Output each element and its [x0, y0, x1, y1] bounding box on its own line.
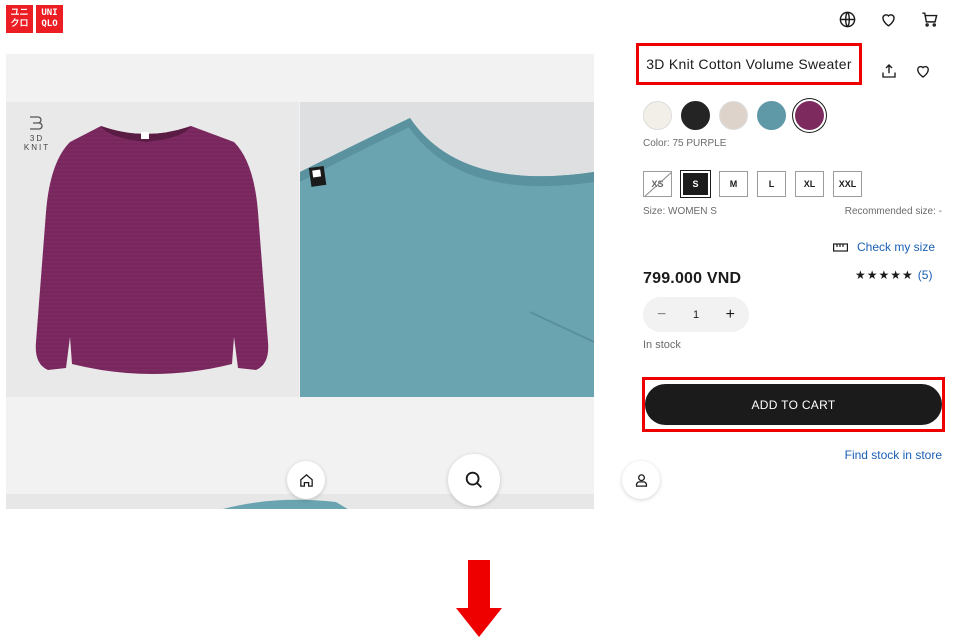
account-button[interactable]: [622, 461, 660, 499]
color-label: Color: 75 PURPLE: [643, 138, 727, 149]
check-my-size-label: Check my size: [857, 240, 936, 254]
size-xxl[interactable]: XXL: [833, 171, 862, 197]
minus-icon[interactable]: −: [657, 306, 666, 324]
find-stock-link[interactable]: Find stock in store: [845, 448, 942, 462]
header-icons: [838, 10, 939, 29]
product-title-highlight: 3D Knit Cotton Volume Sweater: [636, 43, 862, 85]
logo-latin: UNI QLO: [36, 5, 63, 33]
size-m[interactable]: M: [719, 171, 748, 197]
size-xl[interactable]: XL: [795, 171, 824, 197]
product-rating[interactable]: ★★★★★ (5): [855, 268, 932, 282]
review-count[interactable]: (5): [918, 268, 933, 282]
check-my-size-link[interactable]: Check my size: [833, 240, 935, 254]
heart-icon[interactable]: [914, 62, 932, 85]
product-image-purple[interactable]: 3D KNIT: [6, 102, 299, 397]
uniqlo-logo[interactable]: ユニ クロ UNI QLO: [6, 5, 63, 33]
3d-knit-badge: 3D KNIT: [16, 114, 58, 152]
size-label: Size: WOMEN S: [643, 206, 717, 217]
logo-katakana: ユニ クロ: [6, 5, 33, 33]
recommended-size: Recommended size: -: [844, 206, 942, 217]
color-swatch-off-white[interactable]: [643, 101, 672, 130]
size-s[interactable]: S: [680, 170, 711, 198]
stock-status: In stock: [643, 339, 681, 351]
color-swatches: [643, 101, 824, 130]
add-to-cart-button[interactable]: ADD TO CART: [645, 384, 942, 425]
rating-stars: ★★★★★: [855, 268, 914, 282]
quantity-stepper: − 1 +: [643, 297, 749, 332]
product-price: 799.000 VND: [643, 270, 742, 287]
plus-icon[interactable]: +: [726, 306, 735, 324]
user-icon: [635, 473, 647, 487]
color-swatch-beige[interactable]: [719, 101, 748, 130]
product-actions: [880, 62, 932, 85]
down-arrow: [456, 560, 502, 637]
color-swatch-blue[interactable]: [757, 101, 786, 130]
logo-text-line: UNI: [41, 8, 58, 18]
quantity-value: 1: [692, 308, 700, 321]
search-icon: [465, 471, 482, 488]
share-icon[interactable]: [880, 62, 898, 85]
size-options: XS S M L XL XXL: [643, 170, 862, 198]
blue-sweater-closeup: [300, 118, 594, 397]
logo-text-line: QLO: [41, 19, 58, 29]
logo-text-line: ユニ: [10, 8, 29, 18]
home-icon: [299, 473, 313, 487]
size-l[interactable]: L: [757, 171, 786, 197]
3d-knit-label: 3D KNIT: [23, 134, 51, 152]
color-swatch-purple[interactable]: [795, 101, 824, 130]
product-gallery[interactable]: 3D KNIT: [6, 54, 594, 509]
product-title: 3D Knit Cotton Volume Sweater: [646, 56, 852, 72]
color-swatch-black[interactable]: [681, 101, 710, 130]
size-xs[interactable]: XS: [643, 171, 672, 197]
add-to-cart-highlight: ADD TO CART: [642, 377, 945, 432]
heart-icon[interactable]: [879, 10, 898, 29]
search-button[interactable]: [448, 454, 500, 506]
globe-icon[interactable]: [838, 10, 857, 29]
home-button[interactable]: [287, 461, 325, 499]
product-image-blue-detail[interactable]: [300, 102, 594, 397]
logo-text-line: クロ: [10, 19, 29, 29]
ruler-icon: [833, 242, 848, 252]
cart-icon[interactable]: [920, 10, 939, 29]
